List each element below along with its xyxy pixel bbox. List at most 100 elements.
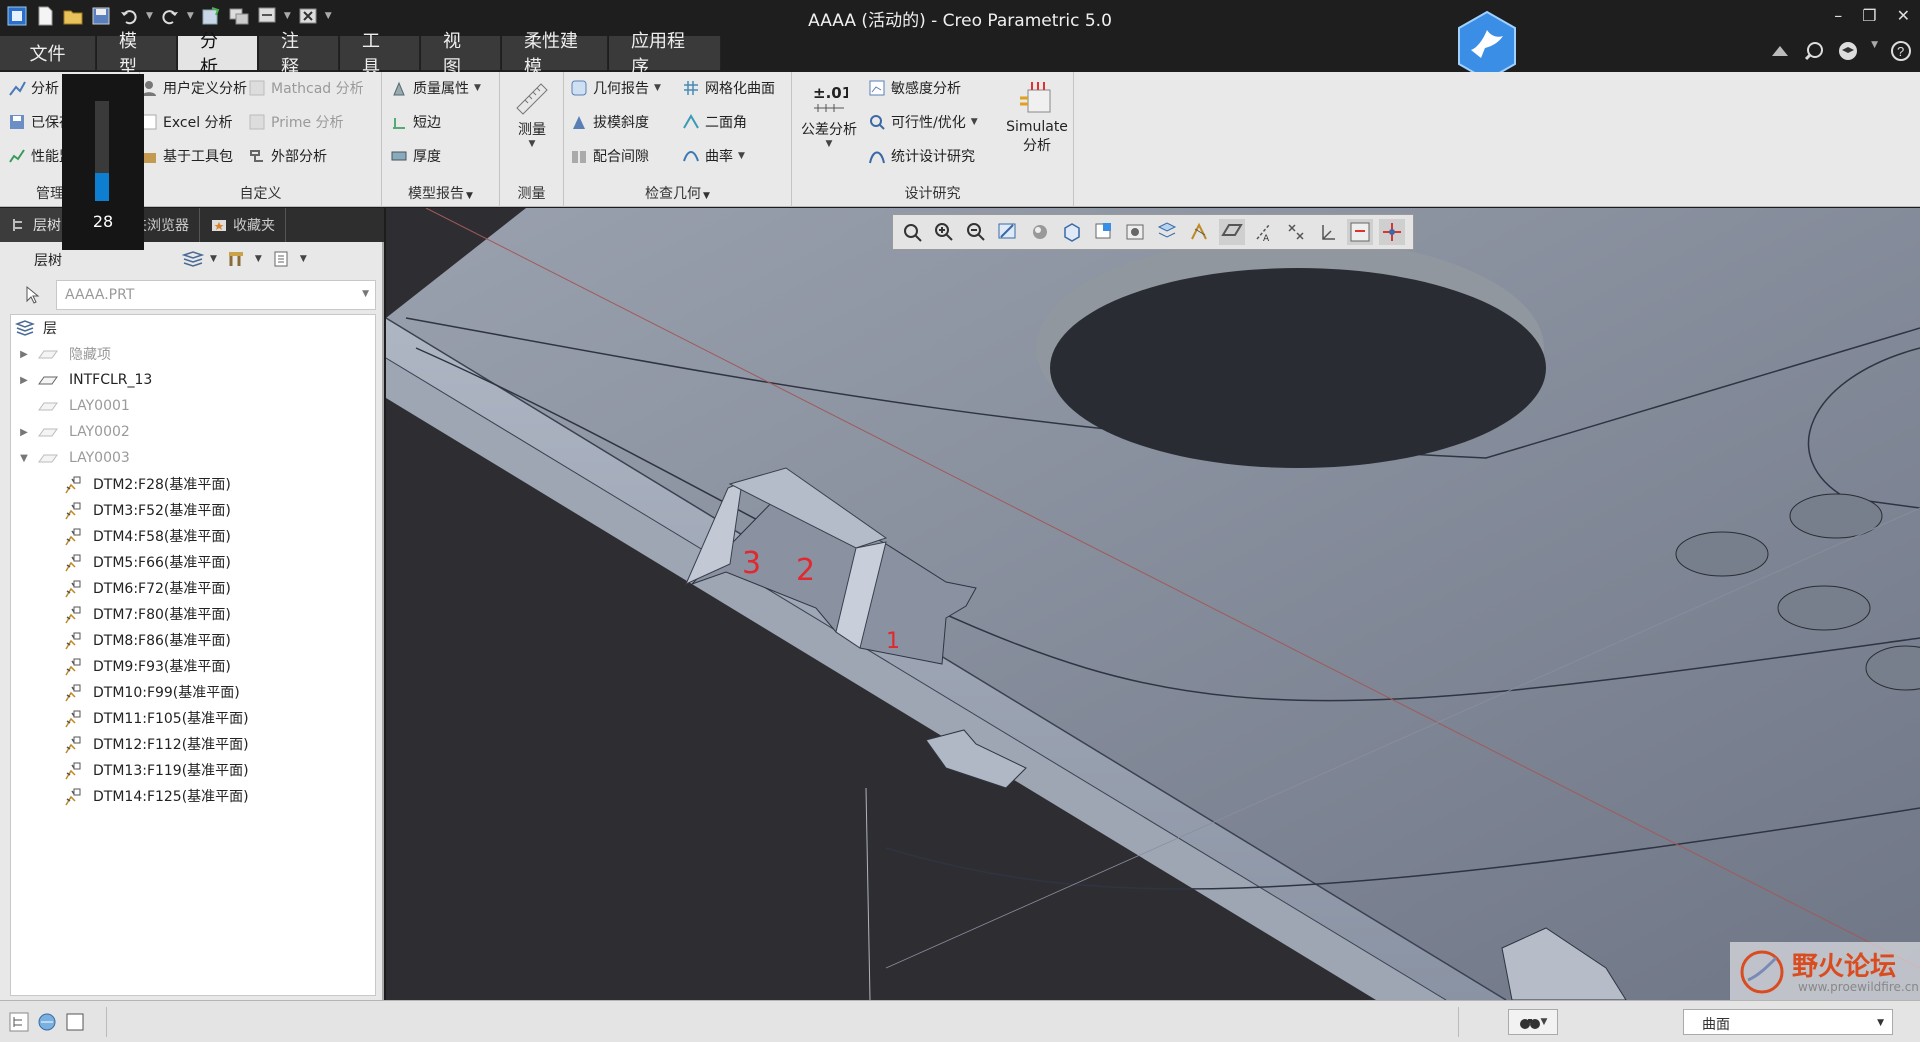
axis-display-icon[interactable]: A <box>1251 219 1277 245</box>
search-icon[interactable] <box>1803 40 1825 62</box>
tab-6[interactable]: 柔性建模 <box>502 31 608 78</box>
mass-properties-button[interactable]: 质量属性 ▼ <box>390 78 481 98</box>
show-dropdown-icon[interactable]: ▼ <box>300 254 307 264</box>
measure-button[interactable]: 测量 ▼ <box>506 78 558 149</box>
inspect-dropdown-icon[interactable]: ▼ <box>703 191 710 201</box>
model-report-dropdown-icon[interactable]: ▼ <box>466 191 473 201</box>
excel-analysis-button[interactable]: Excel 分析 <box>140 112 233 132</box>
tree-item-layer[interactable]: ▶ LAY0002 <box>11 419 375 445</box>
plane-display-icon[interactable] <box>1219 219 1245 245</box>
group-label-inspect[interactable]: 检查几何 ▼ <box>564 183 791 203</box>
collapse-icon[interactable]: ▼ <box>17 453 31 464</box>
group-label-model-report[interactable]: 模型报告 ▼ <box>382 183 499 203</box>
external-analysis-button[interactable]: 外部分析 <box>248 146 327 166</box>
mass-properties-dropdown-icon[interactable]: ▼ <box>474 83 481 93</box>
settings-dropdown-icon[interactable]: ▼ <box>255 254 262 264</box>
toolkit-button[interactable]: 基于工具包 <box>140 146 233 166</box>
user-defined-analysis-button[interactable]: 用户定义分析 <box>140 78 247 98</box>
tree-root[interactable]: 层 <box>11 315 375 341</box>
tree-item-layer[interactable]: LAY0001 <box>11 393 375 419</box>
tab-7[interactable]: 应用程序 <box>609 31 721 78</box>
browser-toggle-icon[interactable] <box>36 1011 56 1031</box>
display-style-icon[interactable] <box>1027 219 1053 245</box>
graphics-viewport[interactable]: 3 2 1 A 野火论坛 www.proewildfire.cn <box>386 208 1920 1000</box>
analysis-button[interactable]: 分析 <box>8 78 59 98</box>
tree-item-datum[interactable]: DTM6:F72(基准平面) <box>11 575 375 601</box>
mesh-surface-button[interactable]: 网格化曲面 <box>682 78 775 98</box>
tree-item-datum[interactable]: DTM2:F28(基准平面) <box>11 471 375 497</box>
short-edge-button[interactable]: 短边 <box>390 112 441 132</box>
perspective-icon[interactable] <box>1123 219 1149 245</box>
saved-orientations-icon[interactable] <box>1059 219 1085 245</box>
sensitivity-analysis-button[interactable]: 敏感度分析 <box>868 78 961 98</box>
tree-item-datum[interactable]: DTM11:F105(基准平面) <box>11 705 375 731</box>
navigator-toggle-icon[interactable] <box>8 1011 29 1032</box>
mathcad-analysis-button[interactable]: Mathcad 分析 <box>248 78 364 98</box>
tree-item-datum[interactable]: DTM3:F52(基准平面) <box>11 497 375 523</box>
tree-item-datum[interactable]: DTM10:F99(基准平面) <box>11 679 375 705</box>
learning-icon[interactable] <box>1837 40 1859 62</box>
tree-item-datum[interactable]: DTM14:F125(基准平面) <box>11 783 375 809</box>
tolerance-analysis-button[interactable]: ±.01 公差分析 ▼ <box>796 78 862 149</box>
draft-button[interactable]: 拔模斜度 <box>570 112 649 132</box>
help-icon[interactable]: ? <box>1890 40 1912 62</box>
statistical-study-button[interactable]: 统计设计研究 <box>868 146 975 166</box>
find-button[interactable]: ▼ <box>1508 1009 1558 1035</box>
tree-item-datum[interactable]: DTM12:F112(基准平面) <box>11 731 375 757</box>
tab-5[interactable]: 视图 <box>421 31 501 78</box>
minimize-icon[interactable]: – <box>1834 6 1842 25</box>
tab-0[interactable]: 文件 <box>0 36 96 70</box>
tab-favorites[interactable]: 收藏夹 <box>200 208 286 242</box>
expand-icon[interactable]: ▶ <box>17 375 31 386</box>
clearance-button[interactable]: 配合间隙 <box>570 146 649 166</box>
point-display-icon[interactable] <box>1283 219 1309 245</box>
tab-3[interactable]: 注释 <box>259 31 339 78</box>
geometry-report-button[interactable]: 几何报告 ▼ <box>570 78 661 98</box>
layers-icon[interactable] <box>181 250 205 268</box>
thickness-button[interactable]: 厚度 <box>390 146 441 166</box>
csys-display-icon[interactable] <box>1315 219 1341 245</box>
tab-4[interactable]: 工具 <box>340 31 420 78</box>
tree-item-datum[interactable]: DTM5:F66(基准平面) <box>11 549 375 575</box>
curvature-dropdown-icon[interactable]: ▼ <box>738 151 745 161</box>
tree-item-datum[interactable]: DTM13:F119(基准平面) <box>11 757 375 783</box>
tolerance-dropdown-icon[interactable]: ▼ <box>826 139 833 149</box>
tree-item-datum[interactable]: DTM7:F80(基准平面) <box>11 601 375 627</box>
settings-tools-icon[interactable] <box>227 250 245 268</box>
zoom-out-icon[interactable] <box>963 219 989 245</box>
selection-filter[interactable]: 曲面 ▼ <box>1683 1009 1893 1035</box>
datum-display-icon[interactable] <box>1187 219 1213 245</box>
close-icon[interactable]: ✕ <box>1897 6 1910 25</box>
expand-icon[interactable]: ▶ <box>17 349 31 360</box>
expand-icon[interactable]: ▶ <box>17 427 31 438</box>
tree-item-datum[interactable]: DTM8:F86(基准平面) <box>11 627 375 653</box>
feasibility-button[interactable]: 可行性/优化 ▼ <box>868 112 978 132</box>
tree-item-layer[interactable]: ▶ 隐藏项 <box>11 341 375 367</box>
restore-icon[interactable]: ❐ <box>1862 6 1876 25</box>
layers-dropdown-icon[interactable]: ▼ <box>210 254 217 264</box>
repaint-icon[interactable] <box>995 219 1021 245</box>
dihedral-angle-button[interactable]: 二面角 <box>682 112 747 132</box>
model-dropdown[interactable]: AAAA.PRT ▼ <box>56 280 376 310</box>
select-pointer-icon[interactable] <box>10 280 56 310</box>
tree-item-layer[interactable]: ▼ LAY0003 <box>11 445 375 471</box>
annotation-display-icon[interactable] <box>1347 219 1373 245</box>
tree-item-layer[interactable]: ▶ INTFCLR_13 <box>11 367 375 393</box>
geometry-report-dropdown-icon[interactable]: ▼ <box>654 83 661 93</box>
view-manager-icon[interactable] <box>1091 219 1117 245</box>
simulate-analysis-button[interactable]: Simulate 分析 <box>1002 78 1072 155</box>
prime-analysis-button[interactable]: Prime 分析 <box>248 112 344 132</box>
triangle-icon[interactable] <box>1769 40 1791 62</box>
refit-icon[interactable] <box>899 219 925 245</box>
tab-1[interactable]: 模型 <box>97 31 177 78</box>
learning-dropdown-icon[interactable]: ▼ <box>1871 40 1878 62</box>
curvature-button[interactable]: 曲率 ▼ <box>682 146 745 166</box>
tab-2[interactable]: 分析 <box>178 31 258 78</box>
section-icon[interactable] <box>1155 219 1181 245</box>
tree-item-datum[interactable]: DTM9:F93(基准平面) <box>11 653 375 679</box>
spin-center-icon[interactable] <box>1379 219 1405 245</box>
tree-item-datum[interactable]: DTM4:F58(基准平面) <box>11 523 375 549</box>
fullscreen-icon[interactable] <box>64 1011 84 1031</box>
show-icon[interactable] <box>272 250 290 268</box>
feasibility-dropdown-icon[interactable]: ▼ <box>971 117 978 127</box>
